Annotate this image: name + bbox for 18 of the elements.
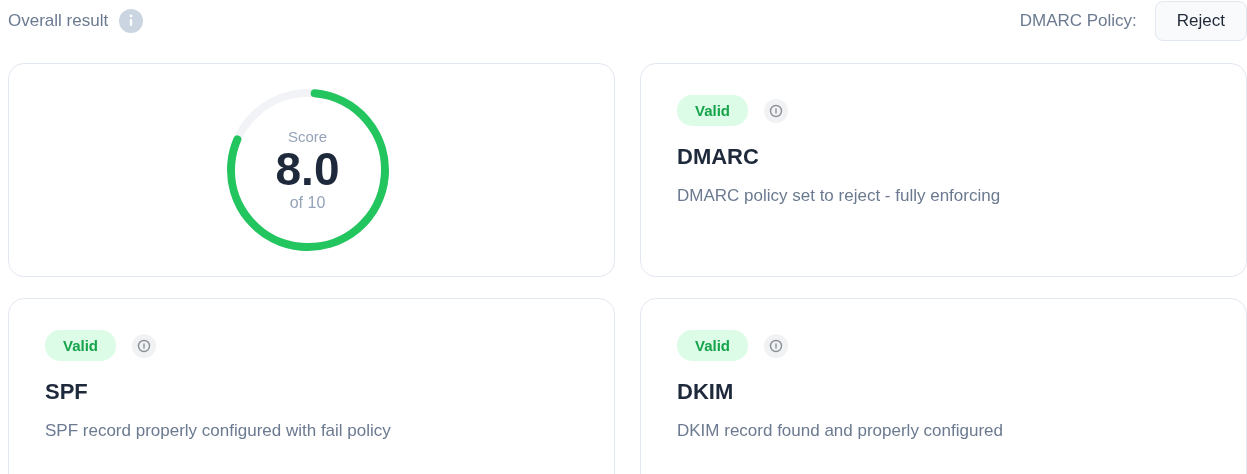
info-icon[interactable] <box>764 98 789 123</box>
check-title: DKIM <box>677 379 735 405</box>
check-description: DKIM record found and properly configured <box>677 421 1004 441</box>
status-badge: Valid <box>45 330 117 361</box>
info-icon[interactable] <box>764 333 789 358</box>
check-description: DMARC policy set to reject - fully enforcing <box>677 186 1002 206</box>
score-label: Score <box>287 128 328 146</box>
policy-label: DMARC Policy: <box>1019 11 1137 31</box>
check-description: SPF record properly configured with fail policy <box>45 421 392 441</box>
info-icon[interactable] <box>132 333 157 358</box>
check-title: DMARC <box>677 144 760 170</box>
status-badge: Valid <box>677 95 749 126</box>
score-value: 8.0 <box>275 145 340 194</box>
score-max: of 10 <box>289 193 326 212</box>
status-badge: Valid <box>677 330 749 361</box>
check-title: SPF <box>45 379 89 405</box>
section-title: Overall result <box>8 11 109 31</box>
policy-button[interactable]: Reject <box>1154 1 1247 41</box>
